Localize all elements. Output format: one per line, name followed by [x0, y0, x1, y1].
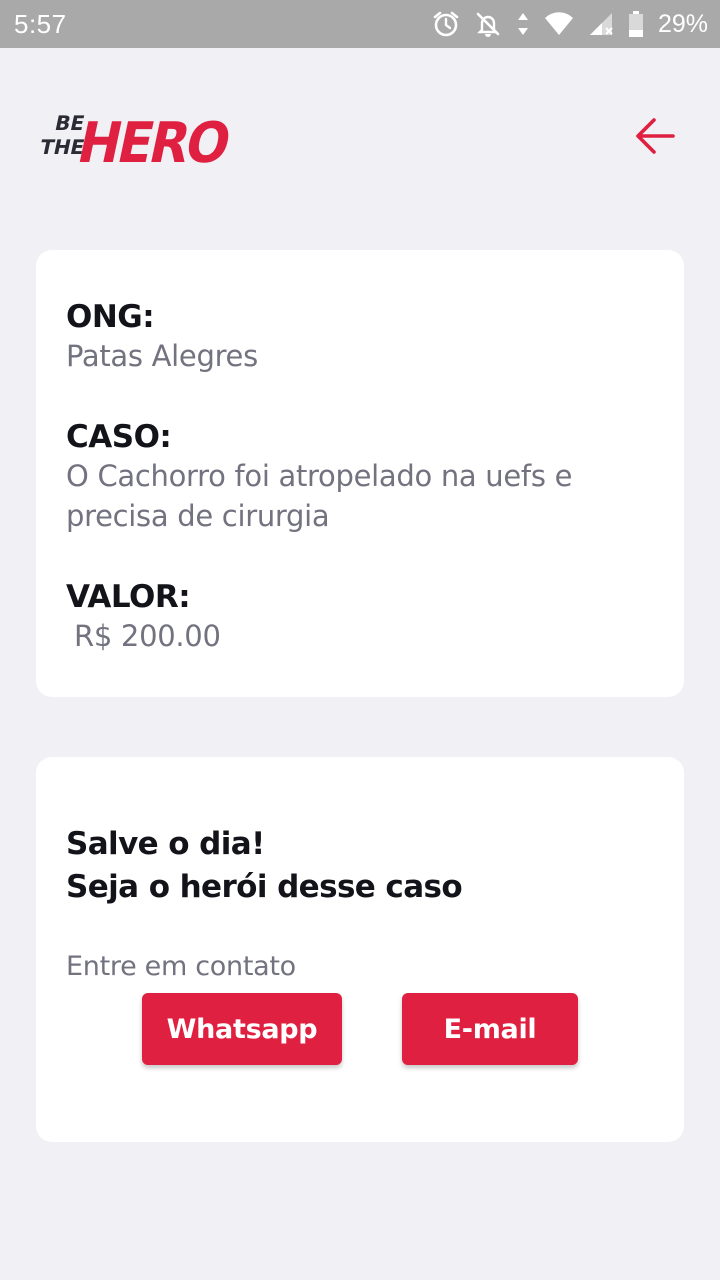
value-label: VALOR:	[66, 579, 191, 615]
ong-block: ONG: Patas Alegres	[66, 298, 654, 376]
contact-description: Entre em contato	[66, 951, 296, 982]
case-value-line-2: precisa de cirurgia	[66, 499, 330, 533]
status-icons: 29%	[432, 10, 708, 39]
ong-value: Patas Alegres	[66, 339, 258, 373]
battery-level: 29%	[657, 9, 708, 38]
incident-card: ONG: Patas Alegres CASO: O Cachorro foi …	[36, 250, 684, 697]
case-value-line-1: O Cachorro foi atropelado na uefs e	[66, 459, 573, 493]
notifications-off-icon	[474, 10, 502, 38]
hero-title-line-1: Salve o dia!	[66, 826, 265, 862]
value-block: VALOR: R$ 200.00	[66, 578, 654, 656]
arrow-left-icon	[636, 118, 675, 154]
header: BE THE HERO	[40, 92, 680, 182]
contact-card: Salve o dia! Seja o herói desse caso Ent…	[36, 757, 684, 1142]
contact-actions: Whatsapp E-mail	[36, 993, 684, 1065]
back-button[interactable]	[630, 114, 680, 158]
ong-label: ONG:	[66, 299, 155, 335]
signal-icon	[588, 11, 614, 37]
wifi-icon	[544, 11, 574, 37]
whatsapp-button[interactable]: Whatsapp	[142, 993, 342, 1065]
status-time: 5:57	[14, 8, 67, 39]
data-arrows-icon	[516, 10, 530, 38]
status-bar: 5:57 29%	[0, 0, 720, 48]
logo-text-hero: HERO	[72, 111, 235, 176]
hero-title-line-2: Seja o herói desse caso	[66, 869, 463, 905]
be-the-hero-logo: BE THE HERO	[40, 111, 235, 176]
case-label: CASO:	[66, 419, 172, 455]
email-button[interactable]: E-mail	[402, 993, 578, 1065]
alarm-icon	[432, 10, 460, 38]
value-amount: R$ 200.00	[74, 619, 221, 653]
case-block: CASO: O Cachorro foi atropelado na uefs …	[66, 418, 654, 536]
battery-icon	[628, 10, 644, 38]
